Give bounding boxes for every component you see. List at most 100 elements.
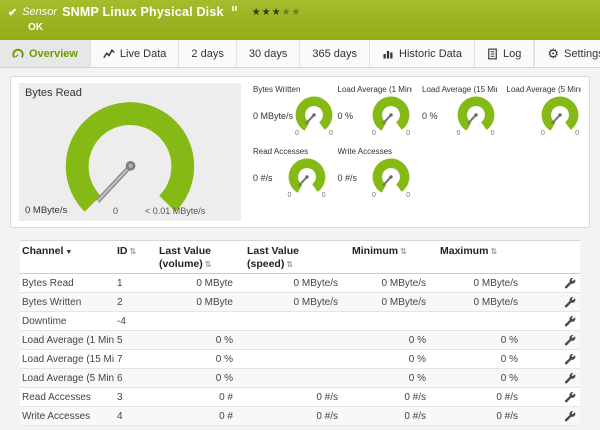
- sort-desc-icon: ▼: [65, 249, 73, 256]
- cell-minimum: 0 %: [408, 353, 426, 365]
- small-gauge-title: Write Accesses: [337, 147, 393, 156]
- small-gauge-min: 0: [287, 192, 292, 199]
- sort-icon: ⇅: [286, 260, 294, 270]
- channel-table: Channel ▼ ID ⇅ Last Value (volume) ⇅ Last V…: [20, 240, 580, 426]
- channel-settings-icon[interactable]: [564, 334, 576, 346]
- column-header-channel[interactable]: Channel ▼: [20, 245, 115, 258]
- stars-empty: ★★: [281, 6, 302, 18]
- cell-last-volume: 0 %: [215, 372, 233, 384]
- small-gauge-max: 0: [406, 192, 410, 199]
- table-row: Load Average (5 Min... 6 0 % 0 % 0 %: [20, 369, 580, 388]
- cell-minimum: 0 #/s: [404, 391, 426, 403]
- channel-settings-icon[interactable]: [564, 296, 576, 308]
- table-row: Load Average (15 Mi... 7 0 % 0 % 0 %: [20, 350, 580, 369]
- priority-stars[interactable]: ★★★★★: [252, 7, 302, 18]
- table-row: Bytes Written 2 0 MByte 0 MByte/s 0 MByt…: [20, 293, 580, 312]
- tab-log[interactable]: Log: [475, 40, 535, 67]
- cell-maximum: 0 %: [500, 372, 518, 384]
- small-gauge-min: 0: [372, 130, 376, 137]
- sensor-state-icon[interactable]: [231, 6, 237, 11]
- sort-icon: ⇅: [204, 260, 212, 270]
- small-gauge-read-accesses[interactable]: Read Accesses 0 #/s 0 0: [253, 147, 328, 199]
- column-header-last-value-volume[interactable]: Last Value (volume) ⇅: [157, 245, 245, 271]
- small-gauge-load-average-15-minutes[interactable]: Load Average (15 Minutes) 0 % 0 0: [422, 85, 497, 137]
- document-icon: [487, 48, 498, 60]
- tab-365-days[interactable]: 365 days: [300, 40, 371, 67]
- tab-overview[interactable]: Overview: [0, 40, 91, 67]
- gauges-panel: Bytes Read 0 MByte/s 0 < 0.01 MByte/s By…: [10, 76, 590, 228]
- channel-settings-icon[interactable]: [564, 277, 576, 289]
- channel-id: 1: [117, 277, 123, 289]
- column-header-last-value-speed[interactable]: Last Value (speed) ⇅: [245, 245, 350, 271]
- cell-last-speed: 0 #/s: [316, 391, 338, 403]
- channel-id: 5: [117, 334, 123, 346]
- channel-settings-icon[interactable]: [564, 372, 576, 384]
- tab-historic-data[interactable]: Historic Data: [370, 40, 475, 67]
- channel-name: Bytes Read: [22, 277, 74, 289]
- cell-minimum: 0 %: [408, 372, 426, 384]
- tab-30-days[interactable]: 30 days: [237, 40, 301, 67]
- main-gauge-dial: [65, 102, 195, 212]
- main-gauge-max: < 0.01 MByte/s: [145, 206, 206, 216]
- channel-settings-icon[interactable]: [564, 391, 576, 403]
- cell-last-speed: 0 #/s: [316, 410, 338, 422]
- channel-settings-icon[interactable]: [564, 315, 576, 327]
- small-gauge-load-average-5-minutes[interactable]: Load Average (5 Minutes) 0 0: [507, 85, 582, 137]
- sort-icon: ⇅: [490, 247, 498, 256]
- cell-last-volume: 0 #: [219, 391, 233, 403]
- small-gauge-value: 0 %: [337, 111, 354, 121]
- tab-label: Overview: [29, 47, 78, 60]
- column-header-id[interactable]: ID ⇅: [115, 245, 157, 258]
- cell-minimum: 0 %: [408, 334, 426, 346]
- cell-maximum: 0 %: [500, 353, 518, 365]
- tab-2-days[interactable]: 2 days: [179, 40, 237, 67]
- small-gauge-value: 0 #/s: [337, 173, 358, 183]
- tab-settings[interactable]: ⚙ Settings: [534, 40, 600, 67]
- channel-settings-icon[interactable]: [564, 353, 576, 365]
- cell-maximum: 0 MByte/s: [473, 277, 518, 289]
- small-gauge-title: Load Average (1 Minute): [337, 85, 413, 94]
- cell-maximum: 0 %: [500, 334, 518, 346]
- cell-minimum: 0 MByte/s: [381, 277, 426, 289]
- main-gauge-bytes-read[interactable]: Bytes Read 0 MByte/s 0 < 0.01 MByte/s: [19, 83, 241, 221]
- small-gauge-max: 0: [329, 130, 334, 137]
- cell-last-volume: 0 %: [215, 334, 233, 346]
- channel-name: Downtime: [22, 315, 67, 327]
- small-gauge-dial: 0 0: [370, 157, 412, 199]
- channel-id: 3: [117, 391, 123, 403]
- small-gauge-min: 0: [372, 192, 376, 199]
- small-gauge-write-accesses[interactable]: Write Accesses 0 #/s 0 0: [338, 147, 413, 199]
- small-gauge-min: 0: [541, 130, 545, 137]
- small-gauge-load-average-1-minute[interactable]: Load Average (1 Minute) 0 % 0 0: [338, 85, 413, 137]
- small-gauge-value: 0 MByte/s: [253, 111, 294, 121]
- column-header-minimum[interactable]: Minimum ⇅: [350, 245, 438, 258]
- small-gauge-title: Read Accesses: [253, 147, 309, 156]
- small-gauge-bytes-written[interactable]: Bytes Written 0 MByte/s 0 0: [253, 85, 333, 137]
- small-gauge-dial: 0 0: [286, 157, 328, 199]
- cell-maximum: 0 #/s: [496, 391, 518, 403]
- channel-name: Write Accesses: [22, 410, 91, 422]
- channel-table-header: Channel ▼ ID ⇅ Last Value (volume) ⇅ Last V…: [20, 240, 580, 274]
- channel-name: Load Average (1 Min...: [22, 334, 115, 346]
- small-gauge-min: 0: [456, 130, 461, 137]
- small-gauge-title: Load Average (5 Minutes): [506, 85, 582, 94]
- channel-settings-icon[interactable]: [564, 410, 576, 422]
- cell-minimum: 0 #/s: [404, 410, 426, 422]
- gear-icon: ⚙: [547, 46, 559, 61]
- main-gauge-value: 0 MByte/s: [25, 205, 68, 216]
- channel-id: 2: [117, 296, 123, 308]
- table-row: Load Average (1 Min... 5 0 % 0 % 0 %: [20, 331, 580, 350]
- tab-live-data[interactable]: Live Data: [91, 40, 180, 67]
- small-gauge-dial: 0 0: [455, 95, 497, 137]
- stars-filled: ★★★: [251, 6, 282, 18]
- cell-maximum: 0 #/s: [496, 410, 518, 422]
- column-header-maximum[interactable]: Maximum ⇅: [438, 245, 530, 258]
- tab-label: Log: [502, 47, 522, 60]
- cell-last-volume: 0 %: [215, 353, 233, 365]
- main-gauge-title: Bytes Read: [25, 87, 82, 99]
- tab-label: Historic Data: [399, 47, 462, 60]
- small-gauge-max: 0: [490, 130, 495, 137]
- small-gauge-dial: 0 0: [370, 95, 412, 137]
- sensor-title: SNMP Linux Physical Disk: [62, 5, 224, 19]
- cell-last-speed: 0 MByte/s: [293, 296, 338, 308]
